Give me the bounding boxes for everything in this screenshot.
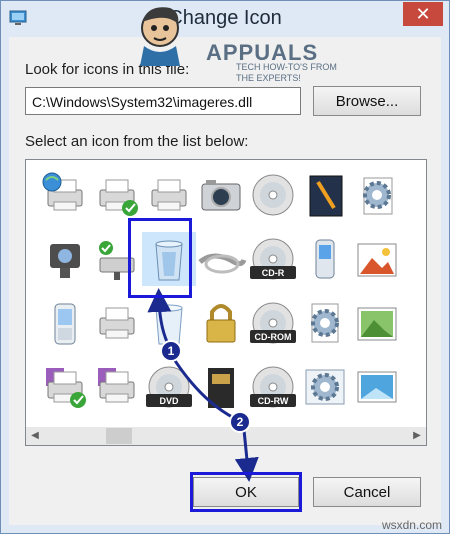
footer-watermark: wsxdn.com [381, 518, 442, 532]
highlight-ok-button [190, 472, 302, 512]
arrow-step-2 [234, 429, 259, 482]
step-1-badge: 1 [160, 340, 182, 362]
step-2-badge: 2 [229, 411, 251, 433]
arrow-connector [170, 355, 235, 420]
watermark-tagline-1: TECH HOW-TO'S FROM [236, 62, 337, 72]
highlight-selected-icon [128, 218, 192, 298]
watermark-mascot-icon [140, 7, 180, 66]
watermark-tagline-2: THE EXPERTS! [236, 73, 301, 83]
annotation-arrows [147, 288, 259, 482]
